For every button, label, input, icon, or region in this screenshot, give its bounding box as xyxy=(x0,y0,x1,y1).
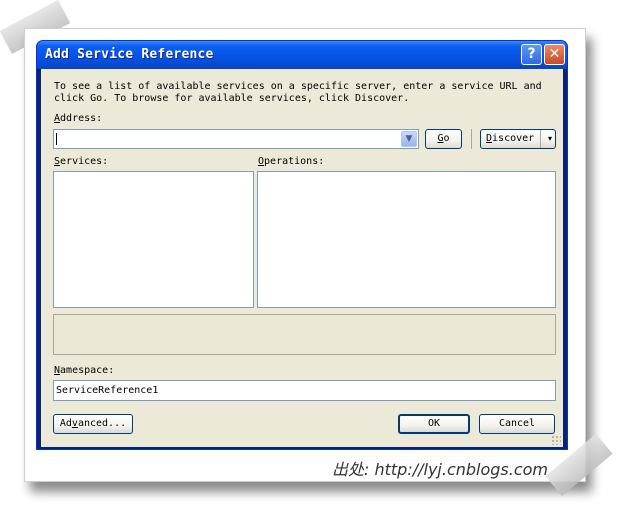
services-label: Services: xyxy=(54,156,109,167)
operations-label: Operations: xyxy=(258,156,325,167)
toolbar-separator xyxy=(471,129,472,149)
add-service-reference-dialog: Add Service Reference ? ✕ To see a list … xyxy=(36,40,568,450)
address-combobox[interactable]: ▼ xyxy=(53,129,419,149)
close-icon[interactable]: ✕ xyxy=(544,44,565,65)
window-title: Add Service Reference xyxy=(45,47,214,62)
title-bar[interactable]: Add Service Reference ? ✕ xyxy=(37,41,567,69)
address-label: Address: xyxy=(54,113,103,124)
dropdown-arrow-icon[interactable]: ▾ xyxy=(548,130,552,147)
help-icon[interactable]: ? xyxy=(521,44,542,65)
resize-grip[interactable] xyxy=(551,435,561,445)
chevron-down-icon[interactable]: ▼ xyxy=(401,131,417,147)
source-watermark: 出处: http://lyj.cnblogs.com xyxy=(332,460,549,479)
ok-button[interactable]: OK xyxy=(398,414,470,434)
advanced-button[interactable]: Advanced... xyxy=(53,414,133,434)
dialog-body: To see a list of available services on a… xyxy=(41,69,563,447)
operations-list[interactable] xyxy=(257,171,556,308)
services-list[interactable] xyxy=(53,171,254,308)
go-button[interactable]: Go xyxy=(425,129,462,149)
namespace-label: Namespace: xyxy=(54,365,115,376)
namespace-input[interactable]: ServiceReference1 xyxy=(53,380,556,401)
status-area xyxy=(53,314,556,355)
cancel-button[interactable]: Cancel xyxy=(479,414,555,434)
intro-text: To see a list of available services on a… xyxy=(54,81,542,104)
text-caret xyxy=(56,133,57,145)
discover-button[interactable]: Discover ▾ xyxy=(480,129,556,149)
